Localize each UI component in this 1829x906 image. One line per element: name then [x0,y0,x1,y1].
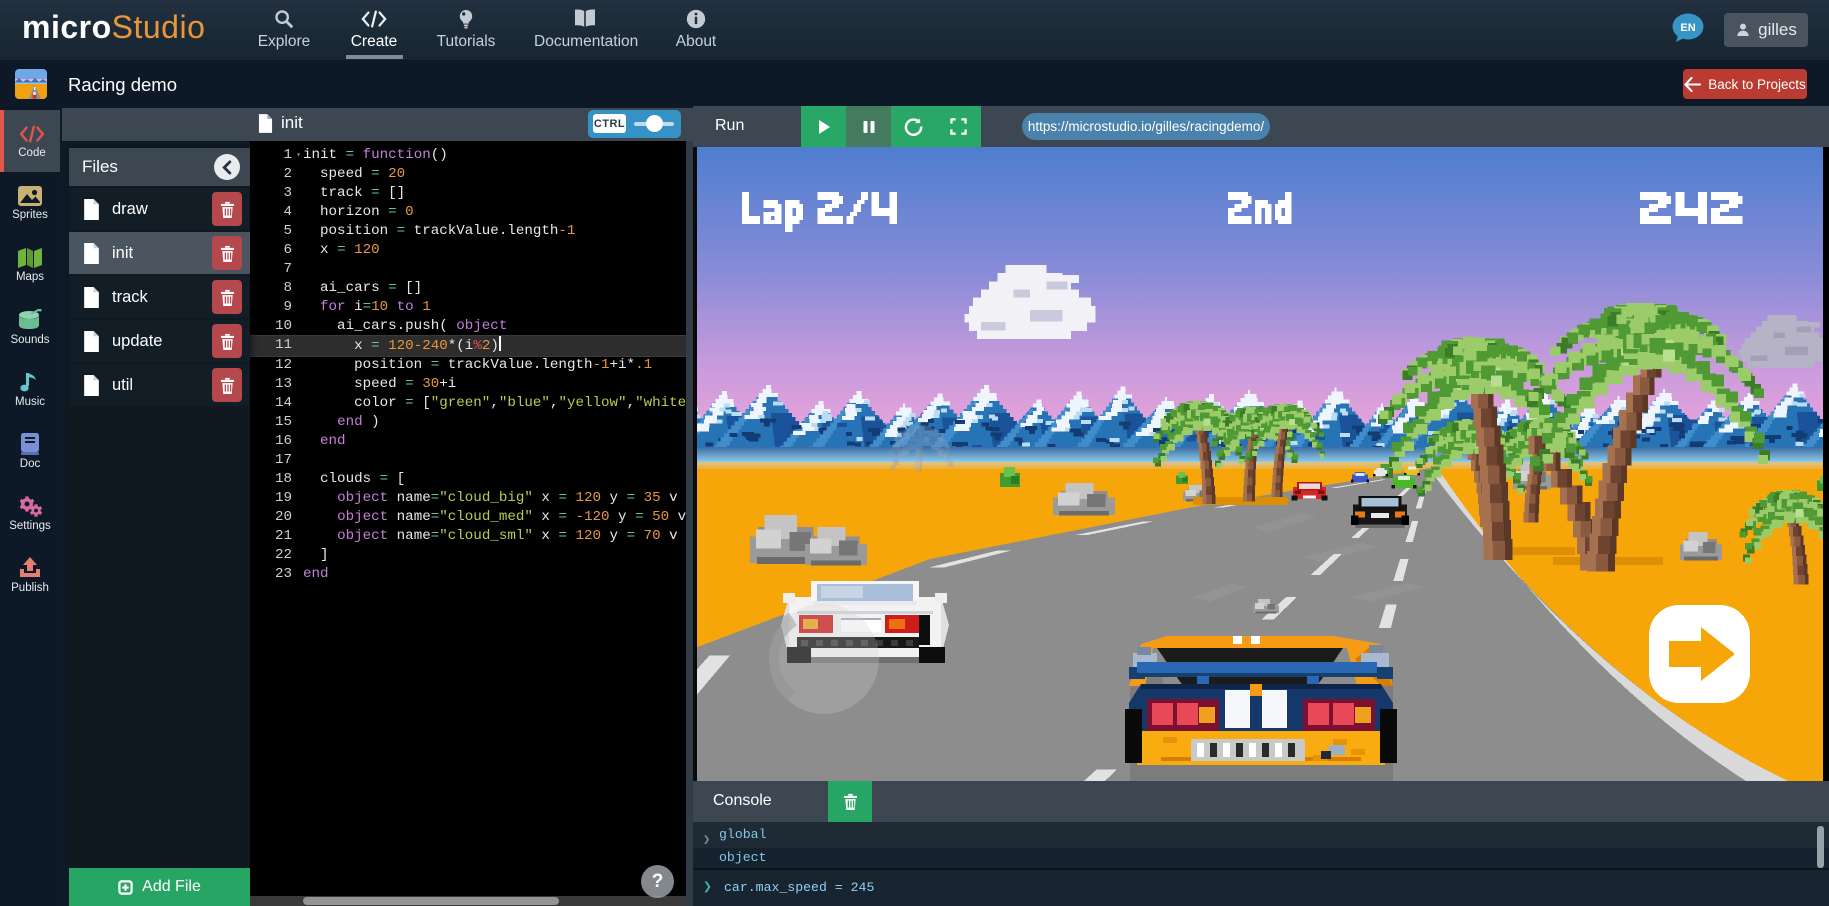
svg-text:EN: EN [1680,22,1695,34]
